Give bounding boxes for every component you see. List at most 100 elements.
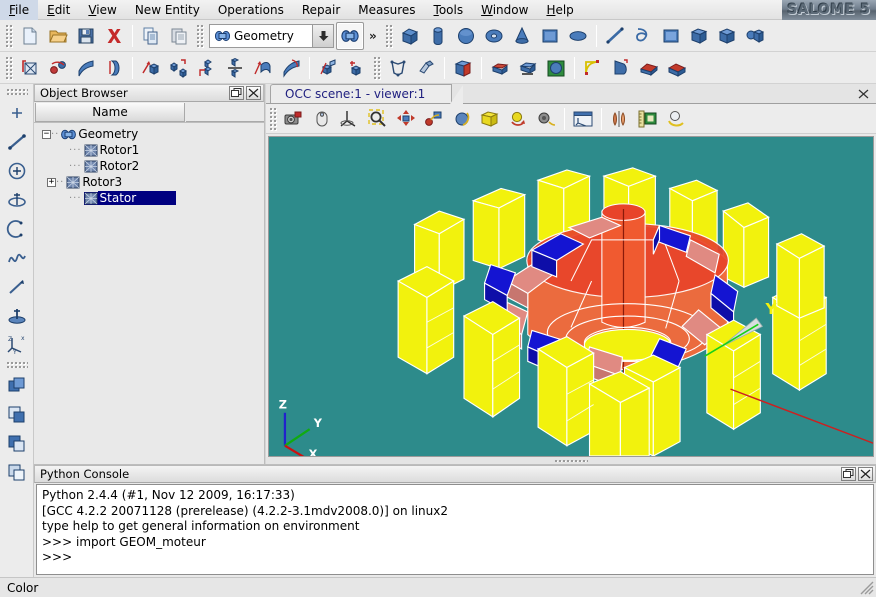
viewer-toolbar-grip[interactable] xyxy=(269,106,277,131)
create-ellipse-button[interactable] xyxy=(2,185,32,214)
multi-translate-button[interactable] xyxy=(221,54,249,82)
create-lcs-button[interactable]: Z x Y xyxy=(2,330,32,359)
expander-geometry[interactable]: − xyxy=(42,129,51,139)
create-line-button[interactable] xyxy=(2,127,32,156)
menu-window[interactable]: Window xyxy=(472,0,537,20)
scale-transform-button[interactable] xyxy=(16,54,44,82)
tree-item-geometry[interactable]: − ·· Geometry xyxy=(34,126,264,142)
clone-view-button[interactable] xyxy=(532,105,560,133)
archimede-button[interactable] xyxy=(342,54,370,82)
create-vector-button[interactable] xyxy=(2,272,32,301)
build-solid-button[interactable] xyxy=(713,22,741,50)
occ-3d-canvas[interactable]: Y Z Y X xyxy=(268,136,874,457)
build-wire-button[interactable] xyxy=(629,22,657,50)
build-shell-button[interactable] xyxy=(685,22,713,50)
explode-button[interactable] xyxy=(449,54,477,82)
expander-rotor3[interactable]: + xyxy=(47,177,56,187)
common-button[interactable] xyxy=(579,54,607,82)
dump-view-button[interactable] xyxy=(280,105,308,133)
create-face-button[interactable] xyxy=(536,22,564,50)
new-document-button[interactable] xyxy=(16,22,44,50)
undock-icon[interactable] xyxy=(841,467,856,481)
toolbar-grip[interactable] xyxy=(5,23,13,48)
menu-file[interactable]: FFileile xyxy=(0,0,39,20)
glue-faces-button[interactable] xyxy=(486,54,514,82)
edit-field-button[interactable] xyxy=(2,458,32,487)
fuse-button[interactable] xyxy=(542,54,570,82)
menu-help[interactable]: Help xyxy=(537,0,582,20)
fit-all-button[interactable] xyxy=(476,105,504,133)
check-shape-button[interactable] xyxy=(514,54,542,82)
vtoolbar-grip-2[interactable] xyxy=(5,361,28,368)
column-header-name[interactable]: Name xyxy=(35,103,185,122)
menu-edit[interactable]: Edit xyxy=(38,0,79,20)
save-document-button[interactable] xyxy=(72,22,100,50)
revolution-button[interactable] xyxy=(277,54,305,82)
paste-button[interactable] xyxy=(165,22,193,50)
menu-view[interactable]: View xyxy=(79,0,125,20)
create-torus-button[interactable] xyxy=(480,22,508,50)
close-icon[interactable] xyxy=(858,467,873,481)
menu-measures[interactable]: Measures xyxy=(349,0,424,20)
vtoolbar-grip[interactable] xyxy=(5,88,28,95)
menu-repair[interactable]: Repair xyxy=(293,0,349,20)
rotate-view-button[interactable] xyxy=(448,105,476,133)
delete-button[interactable] xyxy=(100,22,128,50)
display-mode-button[interactable] xyxy=(662,105,690,133)
measure-button[interactable] xyxy=(634,105,662,133)
copy-button[interactable] xyxy=(137,22,165,50)
translate-button[interactable] xyxy=(137,54,165,82)
mirror-button[interactable] xyxy=(44,54,72,82)
close-icon[interactable] xyxy=(857,87,870,100)
shape-process-button[interactable] xyxy=(384,54,412,82)
mouse-style-button[interactable] xyxy=(308,105,336,133)
tree-item-rotor2[interactable]: ··· Rotor2 xyxy=(34,158,264,174)
object-tree[interactable]: − ·· Geometry ··· Rotor1 ··· Rotor2 + ··… xyxy=(34,123,264,464)
tree-item-rotor1[interactable]: ··· Rotor1 xyxy=(34,142,264,158)
section-button[interactable] xyxy=(635,54,663,82)
scene-window-button[interactable] xyxy=(569,105,597,133)
section-2-button[interactable] xyxy=(663,54,691,82)
create-sphere-button[interactable] xyxy=(452,22,480,50)
suppress-faces-button[interactable] xyxy=(412,54,440,82)
toolbar-grip-2[interactable] xyxy=(196,23,204,48)
resize-grip-icon[interactable] xyxy=(860,581,874,595)
rotate-button[interactable] xyxy=(165,54,193,82)
toolbar-grip-3[interactable] xyxy=(384,23,393,48)
build-compound-button[interactable] xyxy=(741,22,769,50)
module-activate-button[interactable] xyxy=(336,21,364,50)
pan-button[interactable] xyxy=(392,105,420,133)
glob-pan-button[interactable] xyxy=(420,105,448,133)
create-field-button[interactable] xyxy=(2,429,32,458)
tree-item-stator[interactable]: ··· Stator xyxy=(34,190,264,206)
toolbar-grip-4[interactable] xyxy=(5,55,13,80)
offset-button[interactable] xyxy=(72,54,100,82)
open-document-button[interactable] xyxy=(44,22,72,50)
partition-button[interactable] xyxy=(314,54,342,82)
create-disk-button[interactable] xyxy=(564,22,592,50)
close-icon[interactable] xyxy=(246,86,261,100)
horizontal-splitter[interactable] xyxy=(266,457,876,464)
python-console-output[interactable]: Python 2.4.4 (#1, Nov 12 2009, 16:17:33)… xyxy=(36,484,874,575)
extrusion-button[interactable] xyxy=(249,54,277,82)
create-point-button[interactable] xyxy=(2,98,32,127)
edit-group-button[interactable] xyxy=(2,400,32,429)
build-edge-button[interactable] xyxy=(601,22,629,50)
build-face-button[interactable] xyxy=(657,22,685,50)
create-arc-button[interactable] xyxy=(2,214,32,243)
create-cylinder-button[interactable] xyxy=(424,22,452,50)
module-combobox[interactable]: Geometry xyxy=(209,23,334,48)
cut-button[interactable] xyxy=(607,54,635,82)
toolbar-grip-5[interactable] xyxy=(373,55,381,80)
console-prompt-line[interactable]: >>> xyxy=(42,550,868,566)
chevron-down-icon[interactable] xyxy=(312,24,333,47)
shading-mode-button[interactable] xyxy=(606,105,634,133)
menu-tools[interactable]: Tools xyxy=(425,0,473,20)
menu-new-entity[interactable]: New Entity xyxy=(126,0,209,20)
create-curve-button[interactable] xyxy=(2,243,32,272)
create-group-button[interactable] xyxy=(2,371,32,400)
create-plane-button[interactable] xyxy=(2,301,32,330)
create-cone-button[interactable] xyxy=(508,22,536,50)
rotation-point-button[interactable] xyxy=(504,105,532,133)
show-trihedron-button[interactable] xyxy=(336,105,364,133)
